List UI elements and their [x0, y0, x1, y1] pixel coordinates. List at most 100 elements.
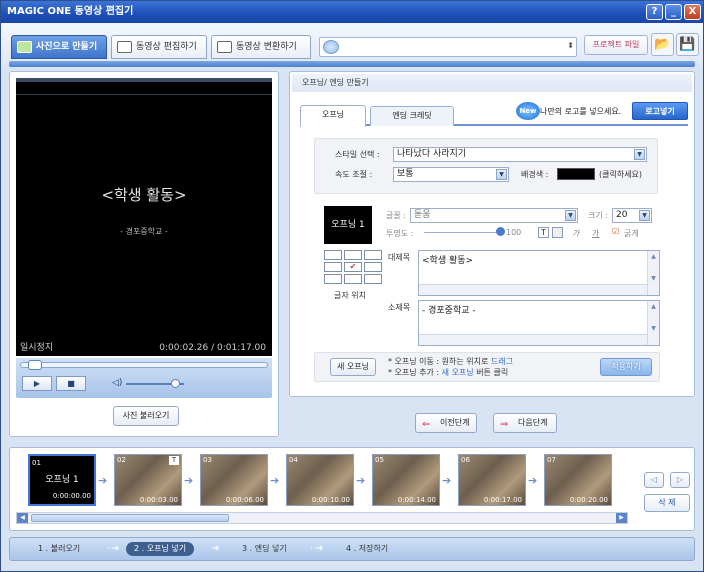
timeline-clip[interactable]: 02 T 0:00:03.00 — [114, 454, 182, 506]
position-cell[interactable] — [324, 262, 342, 272]
timeline-clip[interactable]: 04 0:00:10.00 — [286, 454, 354, 506]
text-position-grid[interactable]: ✔ — [324, 250, 384, 284]
timeline-clip[interactable]: 07 0:00:20.00 — [544, 454, 612, 506]
tab-label: 동영상 편집하기 — [136, 42, 197, 52]
subtitle-input[interactable]: - 경포중학교 - ▲ ▼ — [418, 300, 660, 346]
tab-opening[interactable]: 오프닝 — [300, 105, 366, 127]
position-cell[interactable] — [324, 250, 342, 260]
text-format-button[interactable]: T — [538, 227, 549, 238]
position-cell[interactable] — [344, 250, 362, 260]
bg-color-swatch[interactable] — [557, 168, 595, 180]
playback-status: 일시정지 — [20, 343, 54, 353]
stop-button[interactable]: ■ — [56, 376, 86, 391]
title-bar: MAGIC ONE 동영상 편집기 ? _ X — [1, 1, 703, 23]
opacity-slider[interactable] — [424, 232, 504, 233]
tab-label: 사진으로 만들기 — [36, 42, 98, 52]
position-cell[interactable] — [324, 274, 342, 284]
seek-thumb[interactable] — [27, 360, 42, 370]
position-cell-checked[interactable]: ✔ — [344, 262, 362, 272]
clip-time: 0:00:17.00 — [483, 496, 522, 504]
scrollbar[interactable]: ▲ ▼ — [647, 301, 659, 345]
new-opening-button[interactable]: 새 오프닝 — [330, 358, 376, 376]
arrow-icon: ➔ — [212, 544, 220, 554]
seek-bar[interactable] — [20, 360, 268, 370]
timeline-clip-opening[interactable]: 01 오프닝 1 0:00:00.00 — [28, 454, 96, 506]
arrow-icon: ➔ — [442, 474, 452, 487]
logo-prompt: 나만의 로고를 넣으세요. — [540, 107, 622, 116]
hint-link-drag[interactable]: 드래그 — [491, 357, 513, 366]
playback-time: 0:00:02.26 / 0:01:17.00 — [159, 343, 266, 353]
scrollbar[interactable] — [419, 284, 647, 295]
scroll-up-icon[interactable]: ▲ — [649, 302, 658, 311]
position-cell[interactable] — [364, 250, 382, 260]
step-ending[interactable]: 3 . 엔딩 넣기 — [242, 542, 287, 556]
main-title-input[interactable]: <학생 활동> ▲ ▼ — [418, 250, 660, 296]
tab-photo-make[interactable]: 사진으로 만들기 — [11, 35, 107, 59]
scrollbar[interactable]: ▲ ▼ — [647, 251, 659, 295]
clip-time: 0:00:03.00 — [139, 496, 178, 504]
play-button[interactable]: ▶ — [22, 376, 52, 391]
arrow-left-icon: ⇐ — [422, 419, 431, 430]
load-photos-button[interactable]: 사진 불러오기 — [113, 406, 179, 426]
volume-thumb[interactable] — [171, 379, 181, 388]
timeline-clip[interactable]: 06 0:00:17.00 — [458, 454, 526, 506]
position-cell[interactable] — [364, 262, 382, 272]
move-left-button[interactable]: ◁ — [644, 472, 664, 488]
project-combo[interactable]: ⬍ — [319, 37, 577, 57]
minimize-button[interactable]: _ — [665, 4, 682, 20]
arrow-icon: ➔ — [528, 474, 538, 487]
step-save[interactable]: 4 . 저장하기 — [346, 542, 388, 556]
open-folder-icon[interactable]: 📂 — [651, 33, 674, 56]
apply-button[interactable]: 적용하기 — [600, 358, 652, 376]
size-select[interactable]: 20 ▼ — [612, 208, 652, 223]
tab-video-edit[interactable]: 동영상 편집하기 — [111, 35, 207, 59]
timeline-clip[interactable]: 03 0:00:06.00 — [200, 454, 268, 506]
step-opening[interactable]: 2 . 오프닝 넣기 — [126, 542, 195, 556]
project-file-button[interactable]: 프로젝트 파일 — [584, 35, 648, 55]
italic-button[interactable]: 가 — [572, 228, 579, 239]
scroll-right-icon[interactable]: ▶ — [616, 513, 627, 523]
position-cell[interactable] — [364, 274, 382, 284]
move-right-button[interactable]: ▷ — [670, 472, 690, 488]
style-label: 스타일 선택 : — [335, 150, 380, 159]
prev-step-button[interactable]: ⇐ 이전단계 — [415, 413, 477, 433]
arrow-icon: ➔ — [270, 474, 280, 487]
next-step-button[interactable]: ⇒ 다음단계 — [493, 413, 557, 433]
scroll-up-icon[interactable]: ▲ — [649, 252, 658, 261]
hint-link-new[interactable]: 새 오프닝 — [442, 368, 474, 377]
scrollbar[interactable] — [419, 334, 647, 345]
clip-number: 01 — [32, 459, 41, 467]
scroll-down-icon[interactable]: ▼ — [649, 324, 658, 333]
insert-logo-button[interactable]: 로고넣기 — [632, 102, 688, 120]
position-cell[interactable] — [344, 274, 362, 284]
next-step-label: 다음단계 — [518, 418, 548, 427]
scroll-down-icon[interactable]: ▼ — [649, 274, 658, 283]
clip-number: 03 — [203, 456, 212, 464]
opening-tabs: 오프닝 엔딩 크레딧 — [300, 102, 688, 127]
close-button[interactable]: X — [684, 4, 701, 20]
clip-number: 07 — [547, 456, 556, 464]
step-load[interactable]: 1 . 불러오기 — [38, 542, 80, 556]
scroll-thumb[interactable] — [31, 514, 229, 522]
opacity-thumb[interactable] — [496, 227, 505, 236]
save-icon[interactable]: 💾 — [676, 33, 699, 56]
scroll-left-icon[interactable]: ◀ — [17, 513, 28, 523]
film-icon — [117, 41, 132, 53]
timeline-clip[interactable]: 05 0:00:14.00 — [372, 454, 440, 506]
speed-select[interactable]: 보통 ▼ — [393, 167, 509, 182]
timeline-scrollbar[interactable]: ◀ ▶ — [16, 512, 628, 524]
style-value: 나타났다 사라지기 — [397, 149, 467, 159]
tab-video-convert[interactable]: 동영상 변환하기 — [211, 35, 311, 59]
text-color-button[interactable] — [552, 227, 563, 238]
position-label: 글자 위치 — [334, 291, 366, 300]
main-title-value: <학생 활동> — [422, 256, 474, 266]
hint-move: * 오프닝 이동 : 원하는 위치로 드래그 — [388, 356, 513, 367]
underline-button[interactable]: 가 — [592, 228, 599, 239]
style-select[interactable]: 나타났다 사라지기 ▼ — [393, 147, 647, 162]
font-select[interactable]: 돋움 ▼ — [410, 208, 578, 223]
tab-ending-credits[interactable]: 엔딩 크레딧 — [370, 106, 454, 126]
help-button[interactable]: ? — [646, 4, 663, 20]
arrow-icon: ➔ — [98, 474, 108, 487]
delete-button[interactable]: 삭 제 — [644, 494, 690, 512]
bold-checkbox[interactable]: ☑ — [612, 227, 619, 236]
